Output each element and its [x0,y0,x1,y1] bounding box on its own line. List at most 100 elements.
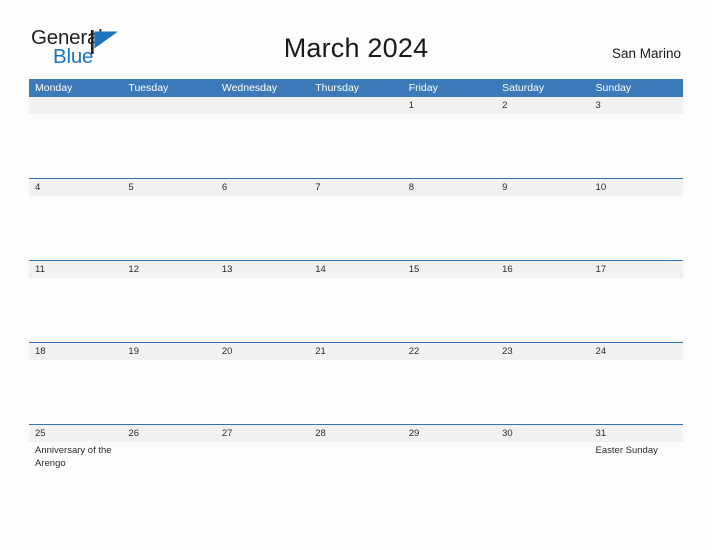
day-number-2[interactable]: 2 [496,97,589,114]
day-number-17[interactable]: 17 [590,261,683,278]
day-number-29[interactable]: 29 [403,425,496,442]
day-number-9[interactable]: 9 [496,179,589,196]
day-cell-14[interactable] [309,278,402,342]
day-number-19[interactable]: 19 [122,343,215,360]
day-number-14[interactable]: 14 [309,261,402,278]
day-number-16[interactable]: 16 [496,261,589,278]
weekday-header-thursday: Thursday [315,82,360,94]
day-number-18[interactable]: 18 [29,343,122,360]
day-cell-24[interactable] [590,360,683,424]
day-cell-4[interactable] [29,196,122,260]
day-cell-10[interactable] [590,196,683,260]
day-number-21[interactable]: 21 [309,343,402,360]
day-cell-22[interactable] [403,360,496,424]
day-cell-empty [309,114,402,178]
week-event-band [29,360,683,424]
day-number-27[interactable]: 27 [216,425,309,442]
day-number-20[interactable]: 20 [216,343,309,360]
week-event-band [29,278,683,342]
day-cell-3[interactable] [590,114,683,178]
week-event-band: Anniversary of the Arengo Easter Sunday [29,442,683,506]
day-number-23[interactable]: 23 [496,343,589,360]
weekday-header-monday: Monday [35,82,73,94]
week-event-band [29,196,683,260]
day-number-4[interactable]: 4 [29,179,122,196]
event-label: Easter Sunday [595,445,658,456]
week-day-number-band: 18 19 20 21 22 23 24 [29,343,683,360]
day-number-8[interactable]: 8 [403,179,496,196]
day-number-3[interactable]: 3 [590,97,683,114]
day-cell-9[interactable] [496,196,589,260]
day-cell-18[interactable] [29,360,122,424]
day-cell-28[interactable] [309,442,402,506]
week-day-number-band: 25 26 27 28 29 30 31 [29,425,683,442]
weekday-header-sunday: Sunday [595,82,632,94]
day-number-1[interactable]: 1 [403,97,496,114]
weekday-header-saturday: Saturday [502,82,545,94]
day-cell-31[interactable]: Easter Sunday [590,442,683,506]
calendar-table: Monday Tuesday Wednesday Thursday Friday Satu… [29,79,683,506]
day-cell-6[interactable] [216,196,309,260]
day-cell-11[interactable] [29,278,122,342]
day-number-15[interactable]: 15 [403,261,496,278]
day-number-empty [29,97,122,114]
region-label: San Marino [611,46,681,61]
day-number-22[interactable]: 22 [403,343,496,360]
page-header: General Blue March 2024 San Marino [0,0,712,78]
day-cell-17[interactable] [590,278,683,342]
day-cell-7[interactable] [309,196,402,260]
calendar-week-row: 25 26 27 28 29 30 31 Anniversary of the Arengo E… [29,424,683,506]
day-number-28[interactable]: 28 [309,425,402,442]
day-cell-12[interactable] [122,278,215,342]
day-number-empty [122,97,215,114]
calendar-weeks: 1 2 3 4 5 6 7 8 9 10 11 12 13 14 15 16 17 18 19 20 21 22 23 24 2… [29,97,683,506]
day-number-11[interactable]: 11 [29,261,122,278]
day-cell-empty [122,114,215,178]
day-cell-15[interactable] [403,278,496,342]
calendar-week-row: 123 [29,97,683,178]
day-number-13[interactable]: 13 [216,261,309,278]
day-cell-20[interactable] [216,360,309,424]
day-cell-30[interactable] [496,442,589,506]
weekday-header-wednesday: Wednesday [221,82,278,94]
day-cell-empty [29,114,122,178]
day-cell-27[interactable] [216,442,309,506]
day-cell-8[interactable] [403,196,496,260]
day-cell-2[interactable] [496,114,589,178]
day-number-26[interactable]: 26 [122,425,215,442]
weekday-header-row: Monday Tuesday Wednesday Thursday Friday Satu… [29,79,683,97]
day-cell-5[interactable] [122,196,215,260]
week-event-band [29,114,683,178]
day-number-10[interactable]: 10 [590,179,683,196]
day-number-12[interactable]: 12 [122,261,215,278]
day-number-24[interactable]: 24 [590,343,683,360]
day-number-empty [309,97,402,114]
day-number-empty [216,97,309,114]
day-cell-26[interactable] [122,442,215,506]
event-label: Anniversary of the Arengo [35,445,112,469]
day-cell-29[interactable] [403,442,496,506]
day-cell-21[interactable] [309,360,402,424]
day-cell-16[interactable] [496,278,589,342]
day-cell-19[interactable] [122,360,215,424]
day-cell-1[interactable] [403,114,496,178]
day-number-7[interactable]: 7 [309,179,402,196]
week-day-number-band: 11 12 13 14 15 16 17 [29,261,683,278]
weekday-header-tuesday: Tuesday [128,82,169,94]
day-cell-empty [216,114,309,178]
calendar-week-row: 4 5 6 7 8 9 10 [29,178,683,260]
day-cell-13[interactable] [216,278,309,342]
day-number-30[interactable]: 30 [496,425,589,442]
page-title: March 2024 [283,33,429,63]
day-number-6[interactable]: 6 [216,179,309,196]
day-number-25[interactable]: 25 [29,425,122,442]
day-cell-23[interactable] [496,360,589,424]
weekday-header-friday: Friday [408,82,438,94]
day-number-5[interactable]: 5 [122,179,215,196]
week-day-number-band: 123 [29,97,683,114]
calendar-week-row: 11 12 13 14 15 16 17 [29,260,683,342]
calendar-page: General Blue March 2024 San Marino Monda… [0,0,712,550]
day-cell-25[interactable]: Anniversary of the Arengo [29,442,122,506]
week-day-number-band: 4 5 6 7 8 9 10 [29,179,683,196]
day-number-31[interactable]: 31 [590,425,683,442]
